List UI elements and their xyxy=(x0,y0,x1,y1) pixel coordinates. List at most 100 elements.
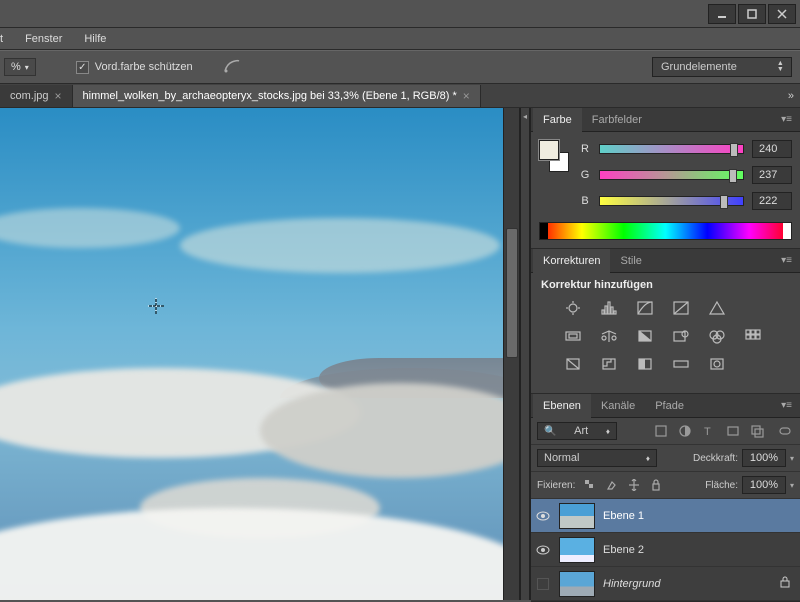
g-value[interactable]: 237 xyxy=(752,166,792,184)
percent-label: % xyxy=(11,61,21,73)
exposure-icon[interactable] xyxy=(671,299,691,317)
color-balance-icon[interactable] xyxy=(599,327,619,345)
foreground-swatch[interactable] xyxy=(539,140,559,160)
g-label: G xyxy=(579,169,591,181)
channel-mixer-icon[interactable] xyxy=(707,327,727,345)
lock-transparency-icon[interactable] xyxy=(583,478,597,492)
black-white-icon[interactable] xyxy=(635,327,655,345)
invert-icon[interactable] xyxy=(563,355,583,373)
menu-hilfe[interactable]: Hilfe xyxy=(80,31,110,47)
lock-all-icon[interactable] xyxy=(649,478,663,492)
r-slider[interactable] xyxy=(599,144,744,154)
vertical-scrollbar[interactable] xyxy=(503,108,519,600)
posterize-icon[interactable] xyxy=(599,355,619,373)
panel-collapse-strip[interactable]: ◂ xyxy=(520,108,530,600)
visibility-eye-icon[interactable] xyxy=(535,508,551,524)
workspace-label: Grundelemente xyxy=(661,61,737,73)
opacity-value[interactable]: 100% xyxy=(742,449,786,467)
layer-thumbnail[interactable] xyxy=(559,537,595,563)
filter-type-icon[interactable]: T xyxy=(700,423,718,439)
b-label: B xyxy=(579,195,591,207)
brightness-contrast-icon[interactable] xyxy=(563,299,583,317)
color-lookup-icon[interactable] xyxy=(743,327,763,345)
workspace-dropdown[interactable]: Grundelemente ▲▼ xyxy=(652,57,792,77)
document-tabs: com.jpg × himmel_wolken_by_archaeopteryx… xyxy=(0,84,800,108)
close-icon[interactable]: × xyxy=(463,89,470,103)
threshold-icon[interactable] xyxy=(635,355,655,373)
updown-icon: ▲▼ xyxy=(777,61,784,73)
hue-saturation-icon[interactable] xyxy=(563,327,583,345)
g-slider[interactable] xyxy=(599,170,744,180)
tab-korrekturen[interactable]: Korrekturen xyxy=(533,249,610,273)
canvas-area[interactable] xyxy=(0,108,520,600)
menu-truncated[interactable]: t xyxy=(0,31,7,47)
filter-label: Art xyxy=(574,425,588,437)
tab-pfade[interactable]: Pfade xyxy=(645,394,694,418)
protect-foreground-checkbox[interactable]: ✓ Vord.farbe schützen xyxy=(76,61,193,74)
adjustments-heading: Korrektur hinzufügen xyxy=(541,279,790,291)
layer-filter-type[interactable]: 🔍 Art ♦ xyxy=(537,422,617,440)
filter-pixel-icon[interactable] xyxy=(652,423,670,439)
selective-color-icon[interactable] xyxy=(707,355,727,373)
layer-thumbnail[interactable] xyxy=(559,503,595,529)
tab-kanaele[interactable]: Kanäle xyxy=(591,394,645,418)
layer-list: Ebene 1 Ebene 2 Hintergrund xyxy=(531,499,800,601)
layer-name[interactable]: Hintergrund xyxy=(603,578,660,590)
curves-icon[interactable] xyxy=(635,299,655,317)
gradient-map-icon[interactable] xyxy=(671,355,691,373)
levels-icon[interactable] xyxy=(599,299,619,317)
panel-menu-icon[interactable]: ▾≡ xyxy=(773,114,800,125)
photo-filter-icon[interactable] xyxy=(671,327,691,345)
visibility-eye-icon[interactable] xyxy=(537,578,549,590)
tab-farbfelder[interactable]: Farbfelder xyxy=(582,108,652,132)
close-icon[interactable]: × xyxy=(55,89,62,103)
scrollbar-thumb[interactable] xyxy=(506,228,518,358)
tab-ebenen[interactable]: Ebenen xyxy=(533,394,591,418)
checkbox-checked-icon: ✓ xyxy=(76,61,89,74)
collapse-icon: ◂ xyxy=(523,112,527,121)
tab-stile[interactable]: Stile xyxy=(610,249,651,273)
layer-thumbnail[interactable] xyxy=(559,571,595,597)
options-bar: %▾ ✓ Vord.farbe schützen Grundelemente ▲… xyxy=(0,50,800,84)
fill-value[interactable]: 100% xyxy=(742,476,786,494)
fg-bg-swatches[interactable] xyxy=(539,140,571,174)
maximize-button[interactable] xyxy=(738,4,766,24)
tabs-overflow-button[interactable]: » xyxy=(782,85,800,107)
b-slider[interactable] xyxy=(599,196,744,206)
vibrance-icon[interactable] xyxy=(707,299,727,317)
layer-row-ebene-1[interactable]: Ebene 1 xyxy=(531,499,800,533)
lock-pixels-icon[interactable] xyxy=(605,478,619,492)
right-panels: Farbe Farbfelder ▾≡ R 240 G xyxy=(530,108,800,600)
layer-row-ebene-2[interactable]: Ebene 2 xyxy=(531,533,800,567)
menu-fenster[interactable]: Fenster xyxy=(21,31,66,47)
minimize-button[interactable] xyxy=(708,4,736,24)
blend-mode-dropdown[interactable]: Normal ♦ xyxy=(537,449,657,467)
r-value[interactable]: 240 xyxy=(752,140,792,158)
chevron-down-icon[interactable]: ▾ xyxy=(790,454,794,463)
filter-adjustment-icon[interactable] xyxy=(676,423,694,439)
panel-menu-icon[interactable]: ▾≡ xyxy=(773,400,800,411)
chevron-down-icon[interactable]: ▾ xyxy=(790,481,794,490)
visibility-eye-icon[interactable] xyxy=(535,542,551,558)
color-spectrum[interactable] xyxy=(539,222,792,240)
document-tab-2[interactable]: himmel_wolken_by_archaeopteryx_stocks.jp… xyxy=(73,85,481,107)
filter-smart-icon[interactable] xyxy=(748,423,766,439)
document-tab-1[interactable]: com.jpg × xyxy=(0,85,73,107)
layer-name[interactable]: Ebene 2 xyxy=(603,544,644,556)
filter-shape-icon[interactable] xyxy=(724,423,742,439)
document-canvas[interactable] xyxy=(0,108,519,600)
panel-menu-icon[interactable]: ▾≡ xyxy=(773,255,800,266)
opacity-percent-field[interactable]: %▾ xyxy=(4,58,36,76)
lock-position-icon[interactable] xyxy=(627,478,641,492)
blend-mode-label: Normal xyxy=(544,452,579,464)
layers-panel: Ebenen Kanäle Pfade ▾≡ 🔍 Art ♦ T xyxy=(531,394,800,602)
layer-name[interactable]: Ebene 1 xyxy=(603,510,644,522)
tab-farbe[interactable]: Farbe xyxy=(533,108,582,132)
b-value[interactable]: 222 xyxy=(752,192,792,210)
pressure-brush-icon[interactable] xyxy=(223,58,241,77)
filter-toggle-switch[interactable] xyxy=(776,423,794,439)
opacity-label: Deckkraft: xyxy=(693,453,738,464)
layer-row-hintergrund[interactable]: Hintergrund xyxy=(531,567,800,601)
lock-icon xyxy=(780,576,796,591)
close-button[interactable] xyxy=(768,4,796,24)
